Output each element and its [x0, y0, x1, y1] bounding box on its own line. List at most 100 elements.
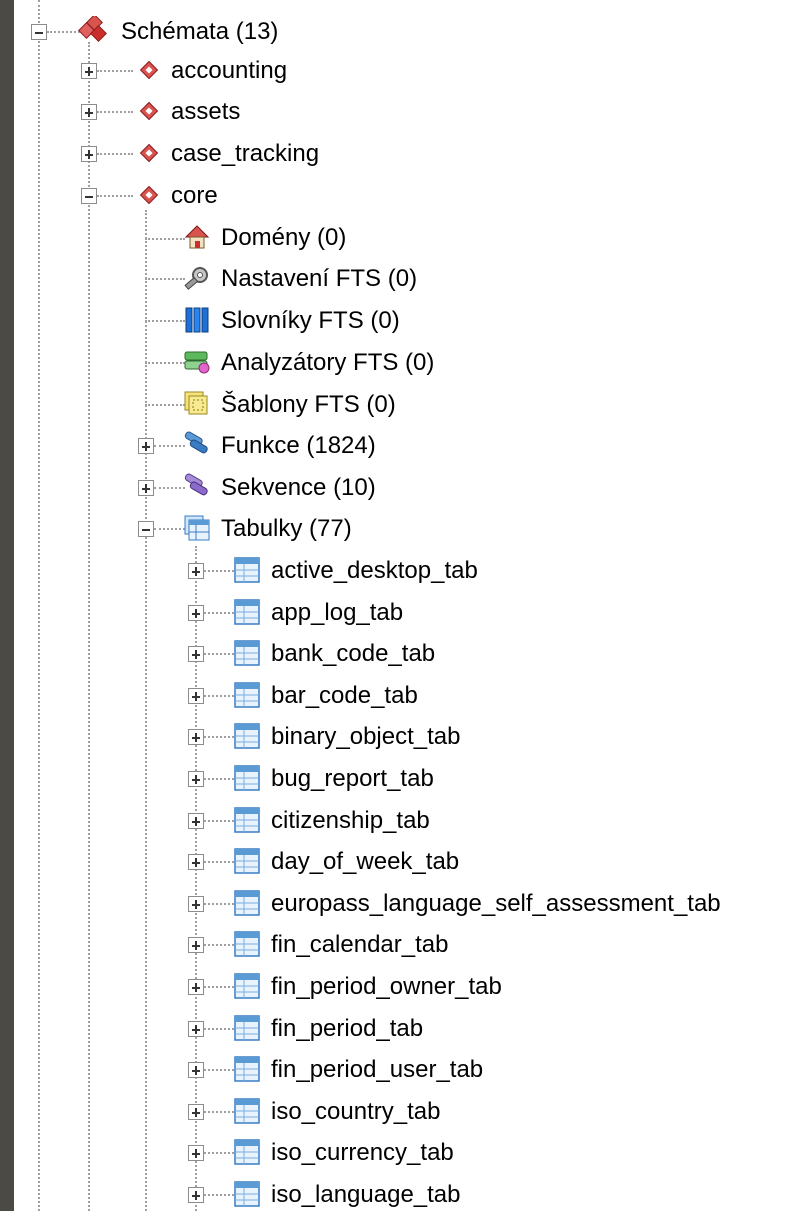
expand-toggle[interactable]	[188, 979, 204, 995]
tree-node-table[interactable]: iso_language_tab	[264, 1175, 461, 1211]
tree-node-table[interactable]: fin_calendar_tab	[264, 925, 448, 965]
fts-dictionaries-icon	[182, 305, 212, 335]
tree-node-domains[interactable]: Domény (0)	[214, 218, 346, 258]
tree-node-sequences[interactable]: Sekvence (10)	[214, 468, 376, 508]
tree-line	[204, 1111, 234, 1113]
tree-node-tables[interactable]: Tabulky (77)	[214, 509, 352, 549]
tree-node-table[interactable]: bank_code_tab	[264, 634, 435, 674]
expand-toggle[interactable]	[188, 563, 204, 579]
expand-toggle[interactable]	[188, 1145, 204, 1161]
tree-node-fts-parsers[interactable]: Analyzátory FTS (0)	[214, 343, 434, 383]
expand-toggle[interactable]	[188, 1062, 204, 1078]
tree-line	[145, 362, 185, 364]
expand-toggle[interactable]	[188, 729, 204, 745]
tree-line	[145, 210, 147, 1211]
fts-templates-icon	[182, 389, 212, 419]
tree-line	[204, 736, 234, 738]
table-icon	[232, 1054, 262, 1084]
node-label: fin_period_user_tab	[271, 1056, 484, 1083]
tree-node-table[interactable]: bar_code_tab	[264, 676, 418, 716]
tree-line	[154, 528, 185, 530]
table-icon	[232, 1013, 262, 1043]
functions-icon	[182, 430, 212, 460]
expand-toggle[interactable]	[188, 688, 204, 704]
tree-line	[97, 111, 133, 113]
expand-toggle[interactable]	[188, 1021, 204, 1037]
expand-toggle[interactable]	[138, 480, 154, 496]
collapse-toggle[interactable]	[138, 521, 154, 537]
tree-line	[97, 195, 133, 197]
node-label: citizenship_tab	[271, 807, 430, 834]
tree-line	[204, 861, 234, 863]
expand-toggle[interactable]	[188, 813, 204, 829]
table-icon	[232, 555, 262, 585]
node-label: Šablony FTS (0)	[221, 391, 396, 418]
schema-icon	[134, 55, 164, 85]
table-icon	[232, 597, 262, 627]
expand-toggle[interactable]	[188, 1104, 204, 1120]
node-label: Nastavení FTS (0)	[221, 265, 418, 292]
tree-node-table[interactable]: fin_period_user_tab	[264, 1050, 483, 1090]
table-icon	[232, 846, 262, 876]
expand-toggle[interactable]	[81, 63, 97, 79]
tree-node-table[interactable]: app_log_tab	[264, 593, 403, 633]
expand-toggle[interactable]	[188, 937, 204, 953]
tree-node-table[interactable]: active_desktop_tab	[264, 551, 478, 591]
tree-line	[204, 1069, 234, 1071]
fts-parsers-icon	[182, 347, 212, 377]
tree-node-table[interactable]: bug_report_tab	[264, 759, 434, 799]
expand-toggle[interactable]	[81, 104, 97, 120]
tree-node-schema[interactable]: accounting	[164, 51, 287, 91]
tree-node-table[interactable]: iso_country_tab	[264, 1092, 440, 1132]
table-icon	[232, 721, 262, 751]
expand-toggle[interactable]	[188, 771, 204, 787]
collapse-toggle[interactable]	[81, 188, 97, 204]
object-browser-tree[interactable]: Schémata (13) accounting assets case_tra…	[14, 0, 800, 1211]
expand-toggle[interactable]	[188, 646, 204, 662]
tree-line	[204, 1194, 234, 1196]
tree-node-fts-templates[interactable]: Šablony FTS (0)	[214, 385, 396, 425]
node-label: bar_code_tab	[271, 682, 418, 709]
tree-node-functions[interactable]: Funkce (1824)	[214, 426, 376, 466]
tree-node-table[interactable]: iso_currency_tab	[264, 1133, 454, 1173]
node-label: Funkce (1824)	[221, 432, 376, 459]
schema-icon	[134, 180, 164, 210]
tree-node-table[interactable]: binary_object_tab	[264, 717, 460, 757]
table-icon	[232, 638, 262, 668]
node-label: Schémata (13)	[121, 18, 279, 45]
expand-toggle[interactable]	[81, 146, 97, 162]
tree-line	[204, 1028, 234, 1030]
tree-node-table[interactable]: citizenship_tab	[264, 801, 430, 841]
fts-settings-icon	[182, 263, 212, 293]
tree-node-table[interactable]: europass_language_self_assessment_tab	[264, 884, 721, 924]
tree-node-schema[interactable]: assets	[164, 92, 240, 132]
table-icon	[232, 888, 262, 918]
tree-line	[204, 1152, 234, 1154]
expand-toggle[interactable]	[188, 1187, 204, 1203]
tree-node-fts-settings[interactable]: Nastavení FTS (0)	[214, 259, 417, 299]
tree-line	[145, 238, 185, 240]
collapse-toggle[interactable]	[31, 24, 47, 40]
node-label: core	[171, 182, 218, 209]
expand-toggle[interactable]	[188, 605, 204, 621]
tree-node-schema[interactable]: case_tracking	[164, 134, 319, 174]
tree-node-table[interactable]: day_of_week_tab	[264, 842, 459, 882]
expand-toggle[interactable]	[188, 854, 204, 870]
expand-toggle[interactable]	[188, 896, 204, 912]
tree-node-schemas[interactable]: Schémata (13)	[114, 12, 278, 52]
tree-node-table[interactable]: fin_period_tab	[264, 1009, 423, 1049]
tree-node-table[interactable]: fin_period_owner_tab	[264, 967, 502, 1007]
node-label: iso_currency_tab	[271, 1139, 454, 1166]
tree-line	[154, 487, 185, 489]
tree-node-fts-dictionaries[interactable]: Slovníky FTS (0)	[214, 301, 400, 341]
table-icon	[232, 1137, 262, 1167]
tree-node-schema-core[interactable]: core	[164, 176, 218, 216]
node-label: fin_calendar_tab	[271, 931, 449, 958]
tree-line	[204, 653, 234, 655]
node-label: Analyzátory FTS (0)	[221, 349, 435, 376]
tree-line	[97, 70, 133, 72]
expand-toggle[interactable]	[138, 438, 154, 454]
table-icon	[232, 971, 262, 1001]
schemas-icon	[78, 16, 108, 46]
node-label: fin_period_owner_tab	[271, 973, 502, 1000]
